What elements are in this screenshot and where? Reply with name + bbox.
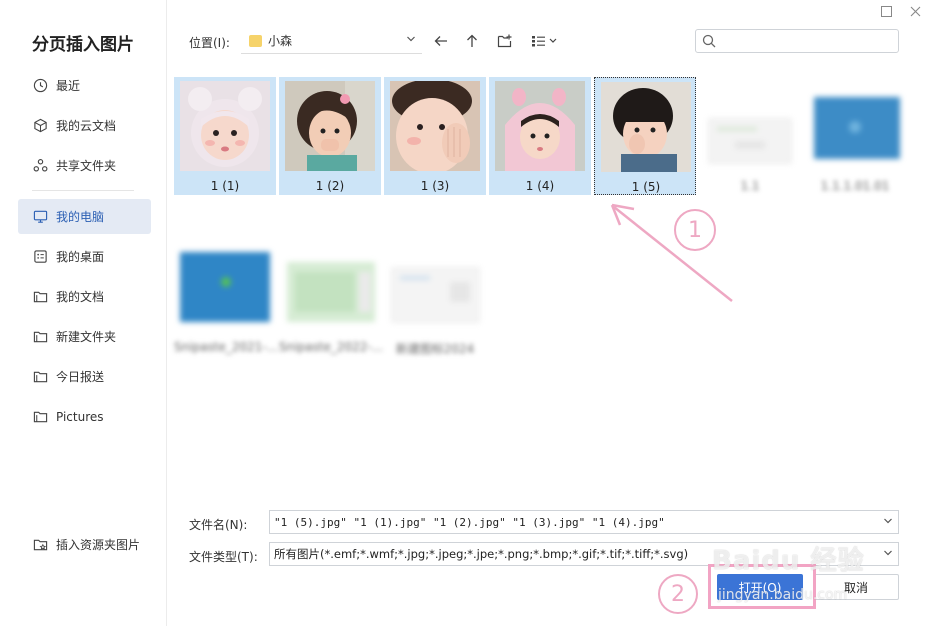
sidebar-item-shared[interactable]: 共享文件夹 bbox=[18, 148, 151, 183]
sidebar-item-label: Pictures bbox=[56, 409, 104, 424]
file-item[interactable]: 1.1.1.01.01 bbox=[804, 77, 906, 195]
filetype-label: 文件类型(T): bbox=[189, 550, 258, 564]
annotation-step-1: 1 bbox=[674, 209, 716, 251]
sidebar-item-label: 我的云文档 bbox=[56, 119, 117, 133]
sidebar: 分页插入图片 最近 我的云文档 共享文件夹 我的电脑 我的桌面 我的文档 新建文… bbox=[0, 0, 167, 626]
chevron-down-icon bbox=[883, 548, 893, 561]
sidebar-item-label: 最近 bbox=[56, 79, 81, 93]
folder-icon bbox=[32, 369, 48, 385]
sidebar-item-desktop[interactable]: 我的桌面 bbox=[18, 239, 151, 274]
file-name: Snipaste_2021-... bbox=[174, 340, 279, 354]
filename-value: "1 (5).jpg" "1 (1).jpg" "1 (2).jpg" "1 (… bbox=[274, 515, 665, 529]
new-folder-icon bbox=[497, 34, 512, 48]
close-button[interactable] bbox=[907, 3, 923, 19]
star-folder-icon bbox=[32, 537, 48, 553]
sidebar-item-label: 插入资源夹图片 bbox=[56, 538, 141, 552]
location-label: 位置(I): bbox=[189, 36, 230, 50]
image-thumbnail bbox=[285, 81, 375, 171]
image-thumbnail bbox=[495, 81, 585, 171]
image-thumbnail bbox=[390, 81, 480, 171]
file-item[interactable]: 新建图标2024 bbox=[384, 238, 486, 356]
filename-field[interactable]: "1 (5).jpg" "1 (1).jpg" "1 (2).jpg" "1 (… bbox=[269, 510, 899, 534]
arrow-up-icon bbox=[467, 34, 477, 47]
annotation-arrow bbox=[610, 203, 733, 302]
file-item[interactable]: Snipaste_2022-... bbox=[279, 238, 384, 356]
image-thumbnail bbox=[705, 81, 795, 171]
image-thumbnail bbox=[810, 81, 900, 171]
sidebar-item-pictures[interactable]: Pictures bbox=[18, 399, 151, 434]
file-item-focused[interactable]: 1 (5) bbox=[594, 77, 696, 195]
search-icon bbox=[702, 34, 716, 51]
sidebar-item-documents[interactable]: 我的文档 bbox=[18, 279, 151, 314]
sidebar-item-label: 共享文件夹 bbox=[56, 159, 117, 173]
search-input[interactable] bbox=[695, 29, 899, 53]
watermark-logo: Baidu 经验 bbox=[712, 546, 865, 576]
file-name: 1 (2) bbox=[315, 179, 345, 193]
file-name: 1 (1) bbox=[210, 179, 240, 193]
dialog-title: 分页插入图片 bbox=[32, 35, 134, 55]
file-item[interactable]: 1 (4) bbox=[489, 77, 591, 195]
sidebar-item-label: 我的电脑 bbox=[56, 210, 105, 224]
file-item[interactable]: 1 (1) bbox=[174, 77, 276, 195]
image-thumbnail bbox=[390, 242, 480, 332]
file-item[interactable]: 1 (3) bbox=[384, 77, 486, 195]
file-item[interactable]: Snipaste_2021-... bbox=[174, 238, 279, 356]
close-icon bbox=[910, 6, 920, 16]
share-icon bbox=[32, 158, 48, 174]
file-name: 1 (3) bbox=[420, 179, 450, 193]
file-name: 1.1 bbox=[740, 179, 760, 193]
file-item[interactable]: 1 (2) bbox=[279, 77, 381, 195]
sidebar-item-recent[interactable]: 最近 bbox=[18, 68, 151, 103]
back-button[interactable] bbox=[430, 30, 452, 52]
annotation-step-2: 2 bbox=[658, 574, 698, 614]
computer-icon bbox=[32, 209, 48, 225]
sidebar-item-daily-report[interactable]: 今日报送 bbox=[18, 359, 151, 394]
file-name: 新建图标2024 bbox=[395, 342, 475, 356]
sidebar-item-my-computer[interactable]: 我的电脑 bbox=[18, 199, 151, 234]
folder-icon bbox=[249, 34, 262, 47]
maximize-button[interactable] bbox=[878, 3, 894, 19]
chevron-down-icon[interactable] bbox=[883, 516, 893, 529]
desktop-icon bbox=[32, 249, 48, 265]
file-name: Snipaste_2022-... bbox=[279, 340, 384, 354]
view-mode-button[interactable] bbox=[530, 30, 560, 52]
file-item[interactable]: 1.1 bbox=[699, 77, 801, 195]
chevron-down-icon bbox=[406, 34, 416, 47]
sidebar-divider bbox=[32, 190, 134, 191]
location-value: 小森 bbox=[268, 34, 293, 48]
folder-icon bbox=[32, 289, 48, 305]
up-button[interactable] bbox=[461, 30, 483, 52]
sidebar-item-cloud-docs[interactable]: 我的云文档 bbox=[18, 108, 151, 143]
sidebar-item-label: 我的桌面 bbox=[56, 250, 105, 264]
sidebar-item-insert-resource-folder[interactable]: 插入资源夹图片 bbox=[18, 527, 151, 562]
clock-icon bbox=[32, 78, 48, 94]
sidebar-item-label: 我的文档 bbox=[56, 290, 105, 304]
file-name: 1 (4) bbox=[525, 179, 555, 193]
list-view-icon bbox=[532, 36, 557, 47]
file-name: 1 (5) bbox=[631, 180, 661, 194]
sidebar-item-label: 今日报送 bbox=[56, 370, 105, 384]
square-icon bbox=[880, 5, 892, 17]
image-thumbnail bbox=[180, 242, 270, 332]
sidebar-item-new-folder[interactable]: 新建文件夹 bbox=[18, 319, 151, 354]
file-name: 1.1.1.01.01 bbox=[820, 179, 890, 193]
new-folder-button[interactable] bbox=[494, 30, 516, 52]
image-thumbnail bbox=[180, 81, 270, 171]
folder-icon bbox=[32, 329, 48, 345]
filetype-value: 所有图片(*.emf;*.wmf;*.jpg;*.jpeg;*.jpe;*.pn… bbox=[274, 547, 689, 561]
sidebar-item-label: 新建文件夹 bbox=[56, 330, 117, 344]
arrow-left-icon bbox=[434, 36, 447, 46]
image-thumbnail bbox=[285, 242, 375, 332]
cloud-doc-icon bbox=[32, 118, 48, 134]
location-select[interactable]: 小森 bbox=[241, 28, 422, 54]
filename-label: 文件名(N): bbox=[189, 518, 248, 532]
folder-icon bbox=[32, 409, 48, 425]
watermark-url: jingyan.baidu.com bbox=[718, 587, 848, 603]
image-thumbnail bbox=[601, 82, 691, 172]
